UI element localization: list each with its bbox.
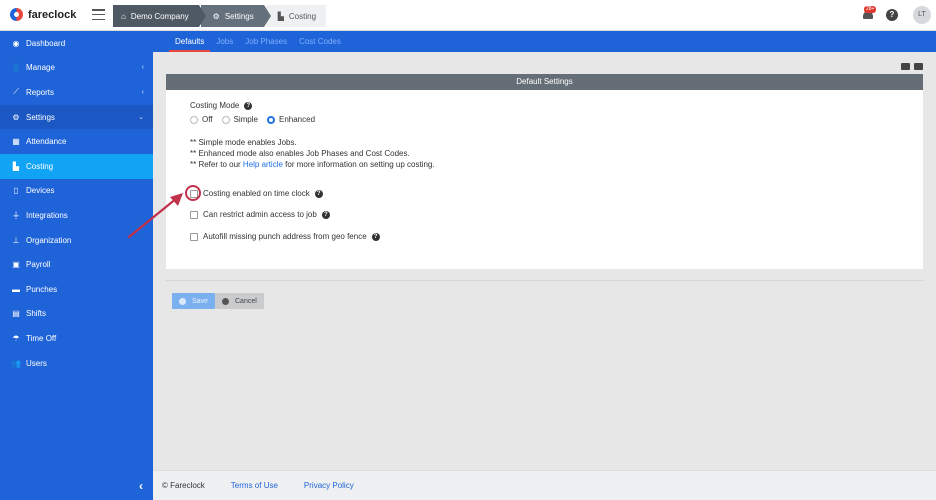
default-settings-card: Default Settings Costing Mode ? Off Simp… — [166, 74, 923, 269]
help-icon[interactable]: ? — [886, 9, 898, 21]
money-icon: ▣ — [12, 260, 20, 270]
chevron-down-icon: ⌄ — [138, 114, 144, 122]
dashboard-icon: ◉ — [12, 38, 20, 48]
sitemap-icon: ⊥ — [12, 235, 20, 245]
sidebar-item-costing[interactable]: ▙ Costing — [0, 153, 153, 179]
card-title: Default Settings — [166, 74, 923, 90]
checkbox[interactable] — [190, 232, 198, 241]
tab-jobs[interactable]: Jobs — [210, 37, 239, 52]
binoculars-icon[interactable] — [901, 63, 910, 70]
autofill-punch-address-checkbox[interactable]: Autofill missing punch address from geo … — [190, 232, 380, 241]
breadcrumb: ⌂ Demo Company ⚙ Settings ▙ Costing — [113, 5, 327, 27]
sidebar-item-punches[interactable]: ▬ Punches — [0, 277, 153, 302]
sidebar-item-reports[interactable]: ⟋ Reports ‹ — [0, 80, 153, 105]
sidebar-item-time-off[interactable]: ☂ Time Off — [0, 326, 153, 351]
costing-mode-off-radio[interactable]: Off — [190, 115, 213, 124]
tablet-icon: ▯ — [13, 186, 19, 196]
calendar-icon: ▤ — [12, 309, 20, 319]
gear-icon: ⚙ — [12, 112, 20, 122]
save-button[interactable]: Save — [172, 293, 215, 309]
notifications-bell-icon[interactable]: 28+ — [862, 6, 877, 21]
times-circle-icon — [222, 297, 229, 305]
app-name: fareclock — [28, 8, 77, 21]
sidebar-item-manage[interactable]: 👤 Manage ‹ — [0, 56, 153, 81]
radio-button-selected[interactable] — [266, 115, 275, 124]
gear-icon: ⚙ — [212, 11, 220, 21]
chart-icon: ⟋ — [13, 87, 19, 97]
highlight-circle — [185, 185, 201, 201]
tab-cost-codes[interactable]: Cost Codes — [293, 37, 347, 52]
sidebar-item-payroll[interactable]: ▣ Payroll — [0, 252, 153, 277]
divider — [166, 280, 923, 281]
app-logo[interactable]: fareclock — [10, 8, 76, 21]
sidebar-item-shifts[interactable]: ▤ Shifts — [0, 302, 153, 327]
question-circle-icon[interactable]: ? — [244, 101, 253, 110]
notification-count-badge: 28+ — [864, 6, 877, 13]
factory-icon: ▙ — [12, 161, 20, 171]
content-tools — [897, 63, 923, 70]
costing-mode-enhanced-radio[interactable]: Enhanced — [266, 115, 315, 124]
footer: © Fareclock Terms of Use Privacy Policy — [153, 470, 936, 500]
costing-on-time-clock-checkbox[interactable]: Costing enabled on time clock ? — [190, 189, 323, 198]
terms-of-use-link[interactable]: Terms of Use — [231, 481, 278, 490]
fareclock-logo-icon — [10, 8, 23, 21]
privacy-policy-link[interactable]: Privacy Policy — [304, 481, 354, 490]
users-icon: 👥 — [11, 358, 21, 368]
breadcrumb-settings[interactable]: ⚙ Settings — [200, 5, 271, 27]
factory-icon: ▙ — [277, 11, 284, 21]
top-bar: fareclock ⌂ Demo Company ⚙ Settings ▙ Co… — [0, 0, 936, 31]
user-icon: 👤 — [11, 63, 21, 73]
breadcrumb-costing[interactable]: ▙ Costing — [265, 5, 327, 27]
sidebar-collapse-button[interactable]: ‹ — [0, 472, 153, 500]
note-line: ** Refer to our Help article for more in… — [190, 160, 435, 169]
help-article-link[interactable]: Help article — [243, 160, 283, 169]
question-circle-icon[interactable]: ? — [314, 189, 323, 198]
settings-tabs: Defaults Jobs Job Phases Cost Codes — [153, 31, 936, 52]
chevron-left-icon: ‹ — [141, 64, 144, 72]
question-circle-icon[interactable]: ? — [371, 232, 380, 241]
id-card-icon[interactable] — [914, 63, 923, 70]
sidebar-item-users[interactable]: 👥 Users — [0, 351, 153, 376]
tab-job-phases[interactable]: Job Phases — [239, 37, 293, 52]
truck-icon: ▬ — [12, 284, 20, 294]
costing-notes: ** Simple mode enables Jobs. ** Enhanced… — [190, 137, 435, 170]
note-line: ** Simple mode enables Jobs. — [190, 138, 297, 147]
note-line: ** Enhanced mode also enables Job Phases… — [190, 149, 410, 158]
copyright: © Fareclock — [162, 481, 205, 490]
check-circle-icon — [179, 297, 186, 305]
sidebar: ◉ Dashboard 👤 Manage ‹ ⟋ Reports ‹ ⚙ Set… — [0, 31, 153, 500]
sidebar-item-settings[interactable]: ⚙ Settings ⌄ — [0, 104, 153, 130]
tab-defaults[interactable]: Defaults — [169, 37, 211, 52]
chevron-left-icon: ‹ — [141, 88, 144, 96]
checkbox[interactable] — [190, 210, 198, 219]
costing-mode-simple-radio[interactable]: Simple — [221, 115, 258, 124]
radio-button[interactable] — [221, 115, 230, 124]
user-avatar[interactable]: LT — [913, 6, 931, 24]
sidebar-item-dashboard[interactable]: ◉ Dashboard — [0, 31, 153, 56]
restrict-admin-access-checkbox[interactable]: Can restrict admin access to job ? — [190, 210, 330, 219]
beach-icon: ☂ — [12, 333, 20, 343]
plug-icon: ⏚ — [12, 210, 20, 220]
annotation-arrow-icon — [127, 193, 183, 239]
menu-toggle-icon[interactable] — [92, 9, 105, 20]
costing-mode-label: Costing Mode ? — [190, 101, 253, 110]
home-icon: ⌂ — [121, 11, 126, 21]
breadcrumb-company[interactable]: ⌂ Demo Company — [113, 5, 206, 27]
sidebar-item-attendance[interactable]: ▦ Attendance — [0, 129, 153, 154]
cancel-button[interactable]: Cancel — [215, 293, 264, 309]
radio-button[interactable] — [190, 115, 198, 124]
question-circle-icon[interactable]: ? — [321, 210, 330, 219]
attendance-icon: ▦ — [12, 137, 20, 147]
costing-mode-radio-group: Off Simple Enhanced — [190, 115, 324, 124]
